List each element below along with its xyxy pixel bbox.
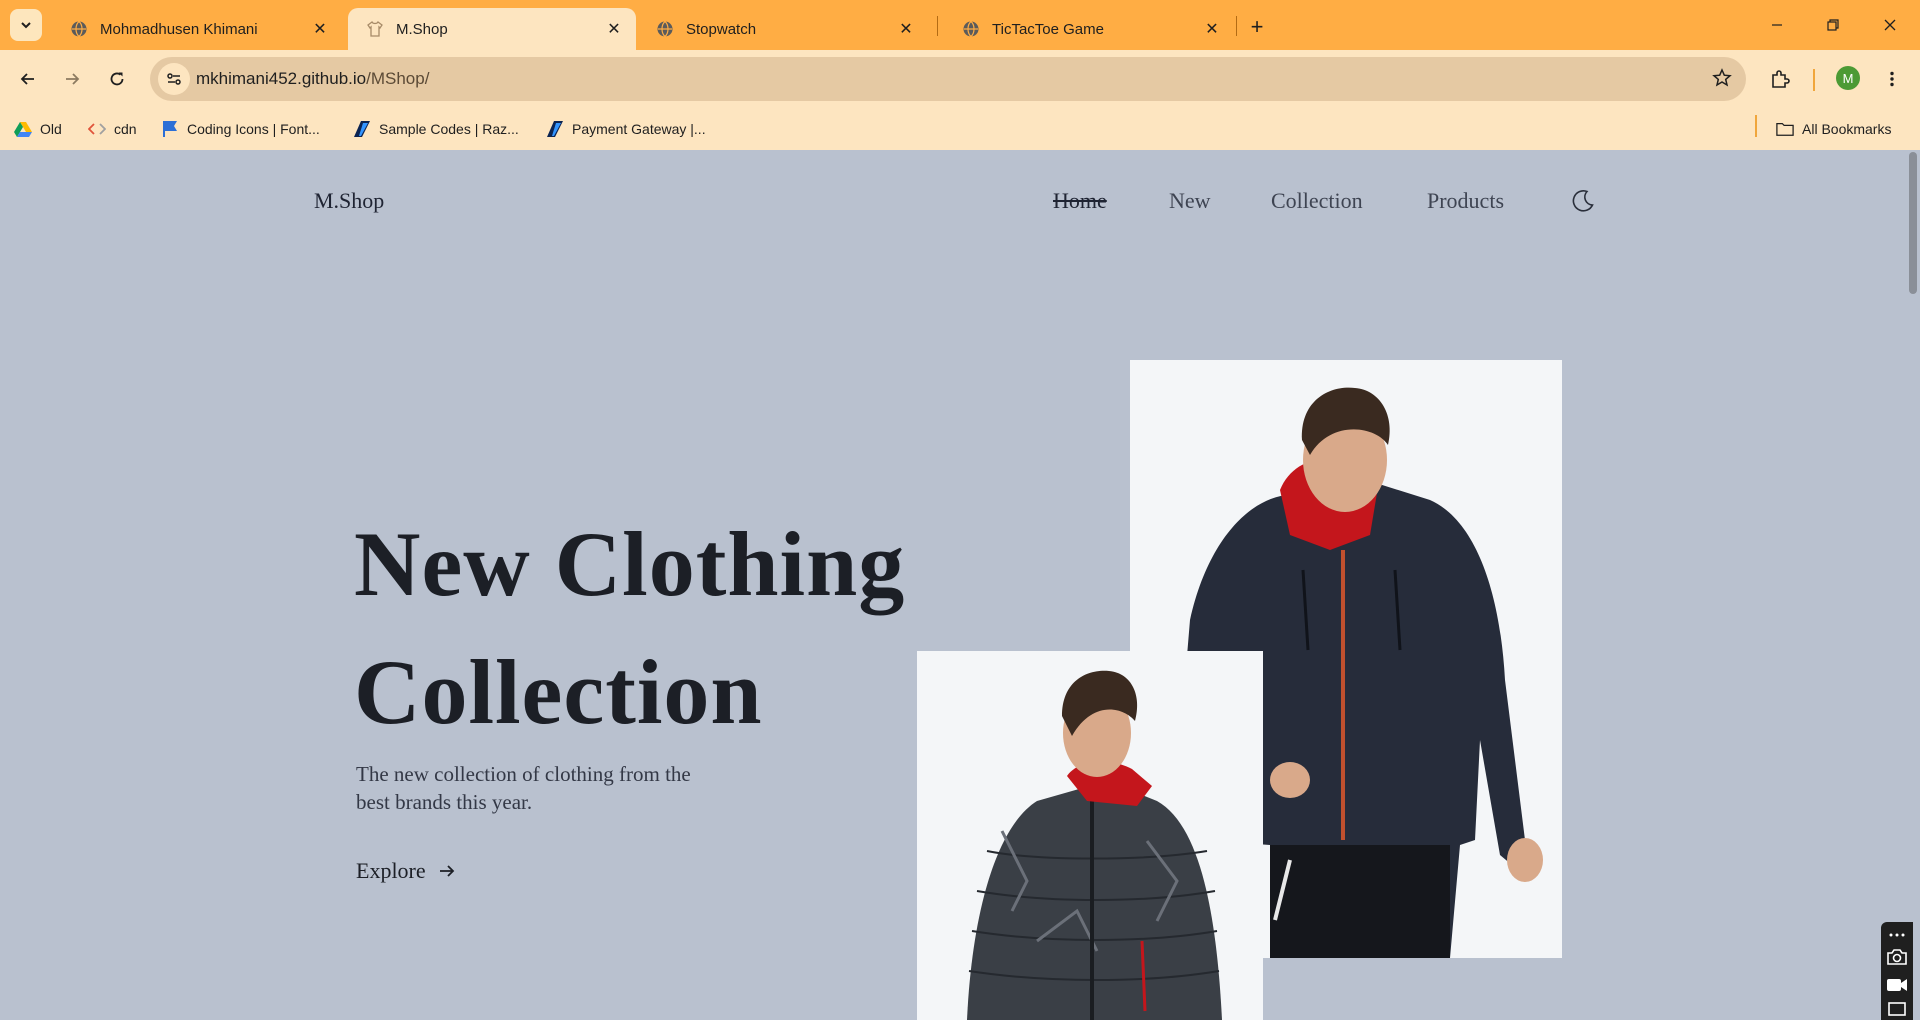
widget-more-button[interactable] [1885, 924, 1909, 946]
all-bookmarks-button[interactable]: All Bookmarks [1776, 118, 1891, 140]
extensions-button[interactable] [1764, 63, 1796, 95]
window-icon [1888, 1002, 1906, 1016]
new-tab-button[interactable]: + [1243, 13, 1271, 41]
page-content: M.Shop Home New Collection Products New … [0, 150, 1920, 1020]
record-video-button[interactable] [1885, 974, 1909, 996]
bookmark-sample-codes[interactable]: Sample Codes | Raz... [353, 118, 519, 140]
tab-title: TicTacToe Game [992, 20, 1104, 38]
tab-divider [1236, 16, 1237, 36]
url-path: /MShop/ [366, 69, 430, 88]
address-bar[interactable]: mkhimani452.github.io/MShop/ [150, 57, 1746, 101]
nav-products[interactable]: Products [1427, 188, 1504, 214]
video-camera-icon [1887, 979, 1907, 991]
toolbar-divider [1813, 69, 1815, 91]
drive-icon [14, 120, 32, 138]
camo-puffer-illustration [917, 651, 1263, 1020]
tab-title: Mohmadhusen Khimani [100, 20, 258, 38]
capture-area-button[interactable] [1885, 998, 1909, 1020]
reload-icon [110, 72, 124, 86]
more-horiz-icon [1889, 933, 1905, 937]
globe-icon [70, 20, 88, 38]
close-window-button[interactable] [1870, 10, 1910, 40]
bookmark-star-button[interactable] [1712, 68, 1732, 93]
close-icon [1884, 19, 1896, 31]
moon-icon [1572, 190, 1594, 212]
capture-widget [1881, 922, 1913, 1020]
bookmarks-bar: Old cdn Coding Icons | Font... Sample Co… [0, 108, 1920, 150]
minimize-icon [1772, 24, 1782, 26]
bookmark-payment-gateway[interactable]: Payment Gateway |... [546, 118, 706, 140]
page-scrollbar[interactable] [1906, 150, 1920, 1020]
bookmark-label: Coding Icons | Font... [187, 121, 320, 137]
restore-button[interactable] [1813, 10, 1853, 40]
tab-tictactoe[interactable]: TicTacToe Game ✕ [944, 8, 1234, 50]
hero-title-line-2: Collection [354, 641, 763, 743]
bookmark-label: Old [40, 121, 62, 137]
hero-title-line-1: New Clothing [354, 513, 906, 615]
minimize-button[interactable] [1757, 10, 1797, 40]
camera-icon [1887, 949, 1907, 965]
close-tab-icon[interactable]: ✕ [604, 19, 624, 39]
nav-collection[interactable]: Collection [1271, 188, 1363, 214]
tune-icon [167, 73, 181, 85]
globe-icon [962, 20, 980, 38]
back-button[interactable] [12, 63, 44, 95]
tab-divider [937, 16, 938, 36]
browser-toolbar: mkhimani452.github.io/MShop/ M [0, 50, 1920, 108]
bookmark-label: Sample Codes | Raz... [379, 121, 519, 137]
bookmark-label: Payment Gateway |... [572, 121, 706, 137]
code-icon [88, 120, 106, 138]
all-bookmarks-label: All Bookmarks [1802, 121, 1892, 137]
puzzle-icon [1772, 70, 1790, 88]
tab-strip: Mohmadhusen Khimani ✕ M.Shop ✕ Stopwatch… [0, 0, 1920, 50]
arrow-right-icon [438, 862, 456, 880]
nav-home[interactable]: Home [1053, 188, 1107, 214]
profile-avatar[interactable]: M [1836, 66, 1860, 90]
chevron-down-icon [21, 22, 31, 29]
explore-link[interactable]: Explore [356, 858, 456, 884]
tab-title: Stopwatch [686, 20, 757, 38]
explore-label: Explore [356, 858, 426, 883]
menu-button[interactable] [1876, 63, 1908, 95]
scrollbar-thumb[interactable] [1909, 152, 1917, 294]
arrow-left-icon [20, 73, 34, 85]
arrow-right-icon [66, 73, 80, 85]
restore-icon [1827, 19, 1839, 31]
bookmark-cdn[interactable]: cdn [88, 118, 137, 140]
close-tab-icon[interactable]: ✕ [1202, 19, 1222, 39]
nav-new[interactable]: New [1169, 188, 1211, 214]
star-icon [1712, 68, 1732, 87]
globe-icon [656, 20, 674, 38]
url-text[interactable]: mkhimani452.github.io/MShop/ [196, 69, 429, 89]
bookmark-label: cdn [114, 121, 137, 137]
hero-image-camo-puffer [917, 651, 1263, 1020]
tab-search-button[interactable] [10, 9, 42, 41]
folder-icon [1776, 120, 1794, 138]
tab-mshop[interactable]: M.Shop ✕ [348, 8, 636, 50]
bookmark-coding-icons[interactable]: Coding Icons | Font... [161, 118, 320, 140]
bookmark-old[interactable]: Old [14, 118, 62, 140]
bookmarks-divider [1755, 115, 1757, 137]
tab-title: M.Shop [396, 20, 448, 38]
tab-stopwatch[interactable]: Stopwatch ✕ [638, 8, 928, 50]
theme-toggle-button[interactable] [1570, 188, 1596, 214]
close-tab-icon[interactable]: ✕ [310, 19, 330, 39]
screenshot-button[interactable] [1885, 946, 1909, 968]
site-logo[interactable]: M.Shop [314, 188, 384, 214]
reload-button[interactable] [101, 63, 133, 95]
flag-icon [161, 120, 179, 138]
hero-title: New Clothing Collection [354, 500, 905, 756]
razorpay-icon [546, 120, 564, 138]
more-vert-icon [1890, 71, 1894, 87]
close-tab-icon[interactable]: ✕ [896, 19, 916, 39]
hero-description: The new collection of clothing from the … [356, 762, 691, 814]
url-host: mkhimani452.github.io [196, 69, 367, 88]
site-info-button[interactable] [158, 63, 190, 95]
razorpay-icon [353, 120, 371, 138]
forward-button[interactable] [56, 63, 88, 95]
tab-mohmadhusen[interactable]: Mohmadhusen Khimani ✕ [52, 8, 342, 50]
shirt-icon [366, 20, 384, 38]
